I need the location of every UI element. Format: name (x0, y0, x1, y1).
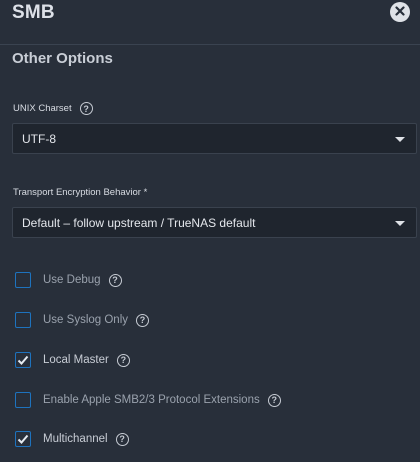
use-syslog-only-checkbox[interactable] (15, 312, 31, 328)
transport-encryption-value: Default – follow upstream / TrueNAS defa… (22, 216, 256, 230)
chevron-down-icon (395, 137, 405, 142)
unix-charset-value: UTF-8 (22, 132, 56, 146)
check-icon (17, 434, 29, 444)
use-debug-label: Use Debug (43, 274, 101, 286)
unix-charset-label-row: UNIX Charset ? (13, 102, 93, 115)
help-icon[interactable]: ? (108, 273, 122, 287)
use-syslog-only-option[interactable]: Use Syslog Only ? (15, 311, 150, 329)
section-title: Other Options (12, 50, 113, 67)
local-master-label: Local Master (43, 354, 109, 366)
local-master-option[interactable]: Local Master ? (15, 351, 130, 369)
close-icon (395, 3, 405, 21)
apple-extensions-checkbox[interactable] (15, 392, 31, 408)
multichannel-label: Multichannel (43, 433, 108, 445)
panel-title: SMB (12, 2, 55, 23)
header-divider (0, 44, 420, 45)
help-icon[interactable]: ? (115, 432, 129, 446)
multichannel-checkbox[interactable] (15, 431, 31, 447)
help-icon[interactable]: ? (79, 102, 93, 115)
help-icon[interactable]: ? (136, 313, 150, 327)
use-syslog-only-label: Use Syslog Only (43, 314, 129, 326)
multichannel-option[interactable]: Multichannel ? (15, 430, 129, 448)
apple-extensions-label: Enable Apple SMB2/3 Protocol Extensions (43, 394, 260, 406)
transport-encryption-label-row: Transport Encryption Behavior * (13, 187, 147, 198)
help-icon[interactable]: ? (267, 393, 281, 407)
chevron-down-icon (395, 221, 405, 226)
unix-charset-select[interactable]: UTF-8 (12, 123, 417, 154)
panel-header: SMB (0, 0, 420, 30)
use-debug-checkbox[interactable] (15, 272, 31, 288)
smb-settings-panel: SMB Other Options UNIX Charset ? UTF-8 T… (0, 0, 420, 462)
local-master-checkbox[interactable] (15, 352, 31, 368)
use-debug-option[interactable]: Use Debug ? (15, 271, 122, 289)
unix-charset-label: UNIX Charset (13, 103, 72, 114)
close-button[interactable] (390, 2, 410, 22)
apple-extensions-option[interactable]: Enable Apple SMB2/3 Protocol Extensions … (15, 391, 281, 409)
help-icon[interactable]: ? (116, 353, 130, 367)
transport-encryption-label: Transport Encryption Behavior * (13, 187, 148, 198)
check-icon (17, 355, 29, 365)
transport-encryption-select[interactable]: Default – follow upstream / TrueNAS defa… (12, 207, 417, 238)
